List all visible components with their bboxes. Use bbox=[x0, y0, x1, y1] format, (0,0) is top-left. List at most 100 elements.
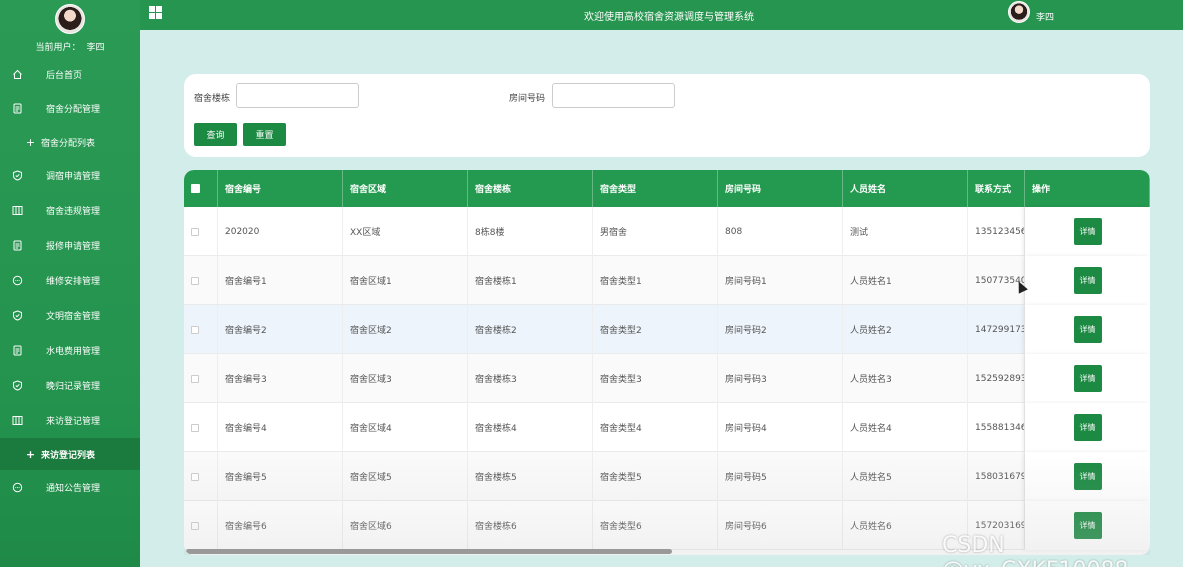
table-row[interactable]: 宿舍编号2宿舍区域2宿舍楼栋2宿舍类型2房间号码2人员姓名21472991733… bbox=[184, 305, 1150, 354]
table-cell: 房间号码3 bbox=[718, 354, 843, 403]
table-cell: 宿舍编号1 bbox=[218, 256, 343, 305]
table-cell: 宿舍编号5 bbox=[218, 452, 343, 501]
sidebar-item-3[interactable]: 调宿申请管理 bbox=[0, 158, 140, 193]
sidebar-item-0[interactable]: 后台首页 bbox=[0, 57, 140, 91]
column-header: 宿舍楼栋 bbox=[468, 170, 593, 207]
current-user-name: 李四 bbox=[86, 43, 105, 53]
table-cell: XX区域 bbox=[343, 207, 468, 256]
columns-icon bbox=[12, 415, 23, 426]
detail-button[interactable]: 详情 bbox=[1073, 218, 1102, 245]
sidebar-item-12[interactable]: 通知公告管理 bbox=[0, 470, 140, 505]
table-cell: 宿舍楼栋3 bbox=[468, 354, 593, 403]
sidebar-menu: 后台首页 宿舍分配管理 + 宿舍分配列表调宿申请管理宿舍违规管理 报修申请管理 维修安排管… bbox=[0, 57, 140, 505]
table-cell: 宿舍区域4 bbox=[343, 403, 468, 452]
row-checkbox[interactable] bbox=[184, 207, 218, 256]
sidebar-item-10[interactable]: 来访登记管理 bbox=[0, 403, 140, 438]
operation-cell: 详情 bbox=[1025, 305, 1150, 354]
table-row[interactable]: 202020XX区域8栋8楼男宿舍808测试13512345678 详情 bbox=[184, 207, 1150, 256]
table-cell: 宿舍楼栋4 bbox=[468, 403, 593, 452]
building-input[interactable] bbox=[236, 83, 359, 108]
table-cell: 202020 bbox=[218, 207, 343, 256]
sidebar: 当前用户： 李四 后台首页 宿舍分配管理 + 宿舍分配列表调宿申请管理宿舍违规管理 报修… bbox=[0, 0, 140, 567]
table-cell: 房间号码5 bbox=[718, 452, 843, 501]
document-icon bbox=[12, 103, 23, 114]
row-checkbox[interactable] bbox=[184, 452, 218, 501]
sidebar-item-4[interactable]: 宿舍违规管理 bbox=[0, 193, 140, 228]
table-cell: 宿舍楼栋5 bbox=[468, 452, 593, 501]
sidebar-item-8[interactable]: 水电费用管理 bbox=[0, 333, 140, 368]
query-button[interactable]: 查询 bbox=[194, 123, 237, 146]
table-header: 宿舍编号 宿舍区域 宿舍楼栋 宿舍类型 房间号码 人员姓名 联系方式 操作 bbox=[184, 170, 1150, 207]
top-bar: 欢迎使用高校宿舍资源调度与管理系统 李四 bbox=[140, 0, 1183, 30]
avatar[interactable] bbox=[1008, 1, 1030, 23]
column-header: 人员姓名 bbox=[843, 170, 968, 207]
table-cell: 宿舍类型5 bbox=[593, 452, 718, 501]
row-checkbox[interactable] bbox=[184, 305, 218, 354]
column-header: 宿舍区域 bbox=[343, 170, 468, 207]
table-row[interactable]: 宿舍编号4宿舍区域4宿舍楼栋4宿舍类型4房间号码4人员姓名41558813461… bbox=[184, 403, 1150, 452]
detail-button[interactable]: 详情 bbox=[1073, 463, 1102, 490]
data-table: 宿舍编号 宿舍区域 宿舍楼栋 宿舍类型 房间号码 人员姓名 联系方式 操作 202020 XX区… bbox=[184, 170, 1150, 555]
sidebar-header: 当前用户： 李四 bbox=[0, 0, 140, 57]
column-header: 联系方式 bbox=[968, 170, 1025, 207]
avatar[interactable] bbox=[55, 4, 85, 34]
sidebar-item-2[interactable]: + 宿舍分配列表 bbox=[0, 126, 140, 158]
sidebar-item-6[interactable]: 维修安排管理 bbox=[0, 263, 140, 298]
detail-button[interactable]: 详情 bbox=[1073, 267, 1102, 294]
plus-icon: + bbox=[25, 135, 36, 149]
sidebar-item-label: 来访登记管理 bbox=[46, 417, 101, 427]
table-cell: 8栋8楼 bbox=[468, 207, 593, 256]
column-header: 宿舍类型 bbox=[593, 170, 718, 207]
sidebar-item-label: 宿舍分配列表 bbox=[41, 138, 96, 149]
sidebar-item-7[interactable]: 文明宿舍管理 bbox=[0, 298, 140, 333]
select-all-checkbox[interactable] bbox=[184, 170, 218, 207]
table-cell: 宿舍类型4 bbox=[593, 403, 718, 452]
table-cell: 宿舍编号2 bbox=[218, 305, 343, 354]
detail-button[interactable]: 详情 bbox=[1073, 414, 1102, 441]
column-header: 宿舍编号 bbox=[218, 170, 343, 207]
sidebar-item-11[interactable]: + 来访登记列表 bbox=[0, 438, 140, 470]
row-checkbox[interactable] bbox=[184, 403, 218, 452]
table-cell: 15588134615 bbox=[968, 403, 1025, 452]
table-cell: 15077354048 bbox=[968, 256, 1025, 305]
plus-icon: + bbox=[25, 447, 36, 461]
horizontal-scrollbar[interactable] bbox=[186, 549, 672, 554]
table-cell: 人员姓名4 bbox=[843, 403, 968, 452]
table-cell: 15259289307 bbox=[968, 354, 1025, 403]
row-checkbox[interactable] bbox=[184, 501, 218, 550]
sidebar-item-label: 晚归记录管理 bbox=[46, 382, 101, 392]
table-cell: 宿舍楼栋2 bbox=[468, 305, 593, 354]
sidebar-item-label: 文明宿舍管理 bbox=[46, 312, 101, 322]
sidebar-item-5[interactable]: 报修申请管理 bbox=[0, 228, 140, 263]
table-row[interactable]: 宿舍编号1宿舍区域1宿舍楼栋1宿舍类型1房间号码1人员姓名11507735404… bbox=[184, 256, 1150, 305]
table-row[interactable]: 宿舍编号3宿舍区域3宿舍楼栋3宿舍类型3房间号码3人员姓名31525928930… bbox=[184, 354, 1150, 403]
top-user-name[interactable]: 李四 bbox=[1036, 10, 1054, 23]
table-cell: 宿舍区域1 bbox=[343, 256, 468, 305]
grid-icon[interactable] bbox=[149, 6, 162, 19]
columns-icon bbox=[12, 205, 23, 216]
reset-button[interactable]: 重置 bbox=[243, 123, 286, 146]
table-cell: 宿舍类型3 bbox=[593, 354, 718, 403]
search-panel: 宿舍楼栋 房间号码 查询 重置 bbox=[184, 74, 1150, 157]
detail-button[interactable]: 详情 bbox=[1073, 365, 1102, 392]
table-row[interactable]: 宿舍编号5宿舍区域5宿舍楼栋5宿舍类型5房间号码5人员姓名51580316797… bbox=[184, 452, 1150, 501]
sidebar-item-label: 调宿申请管理 bbox=[46, 172, 101, 182]
row-checkbox[interactable] bbox=[184, 256, 218, 305]
current-user: 当前用户： 李四 bbox=[0, 40, 140, 53]
sidebar-item-label: 水电费用管理 bbox=[46, 347, 101, 357]
table-cell: 人员姓名1 bbox=[843, 256, 968, 305]
table-cell: 测试 bbox=[843, 207, 968, 256]
room-input[interactable] bbox=[552, 83, 675, 108]
detail-button[interactable]: 详情 bbox=[1073, 316, 1102, 343]
document-icon bbox=[12, 240, 23, 251]
row-checkbox[interactable] bbox=[184, 354, 218, 403]
home-icon bbox=[12, 69, 23, 80]
chat-icon bbox=[12, 275, 23, 286]
table-cell: 13512345678 bbox=[968, 207, 1025, 256]
sidebar-item-1[interactable]: 宿舍分配管理 bbox=[0, 91, 140, 126]
operation-cell: 详情 bbox=[1025, 452, 1150, 501]
column-header: 操作 bbox=[1025, 170, 1150, 207]
watermark: CSDN @vx_CXKF10088 bbox=[942, 533, 1129, 567]
table-cell: 宿舍区域6 bbox=[343, 501, 468, 550]
sidebar-item-9[interactable]: 晚归记录管理 bbox=[0, 368, 140, 403]
